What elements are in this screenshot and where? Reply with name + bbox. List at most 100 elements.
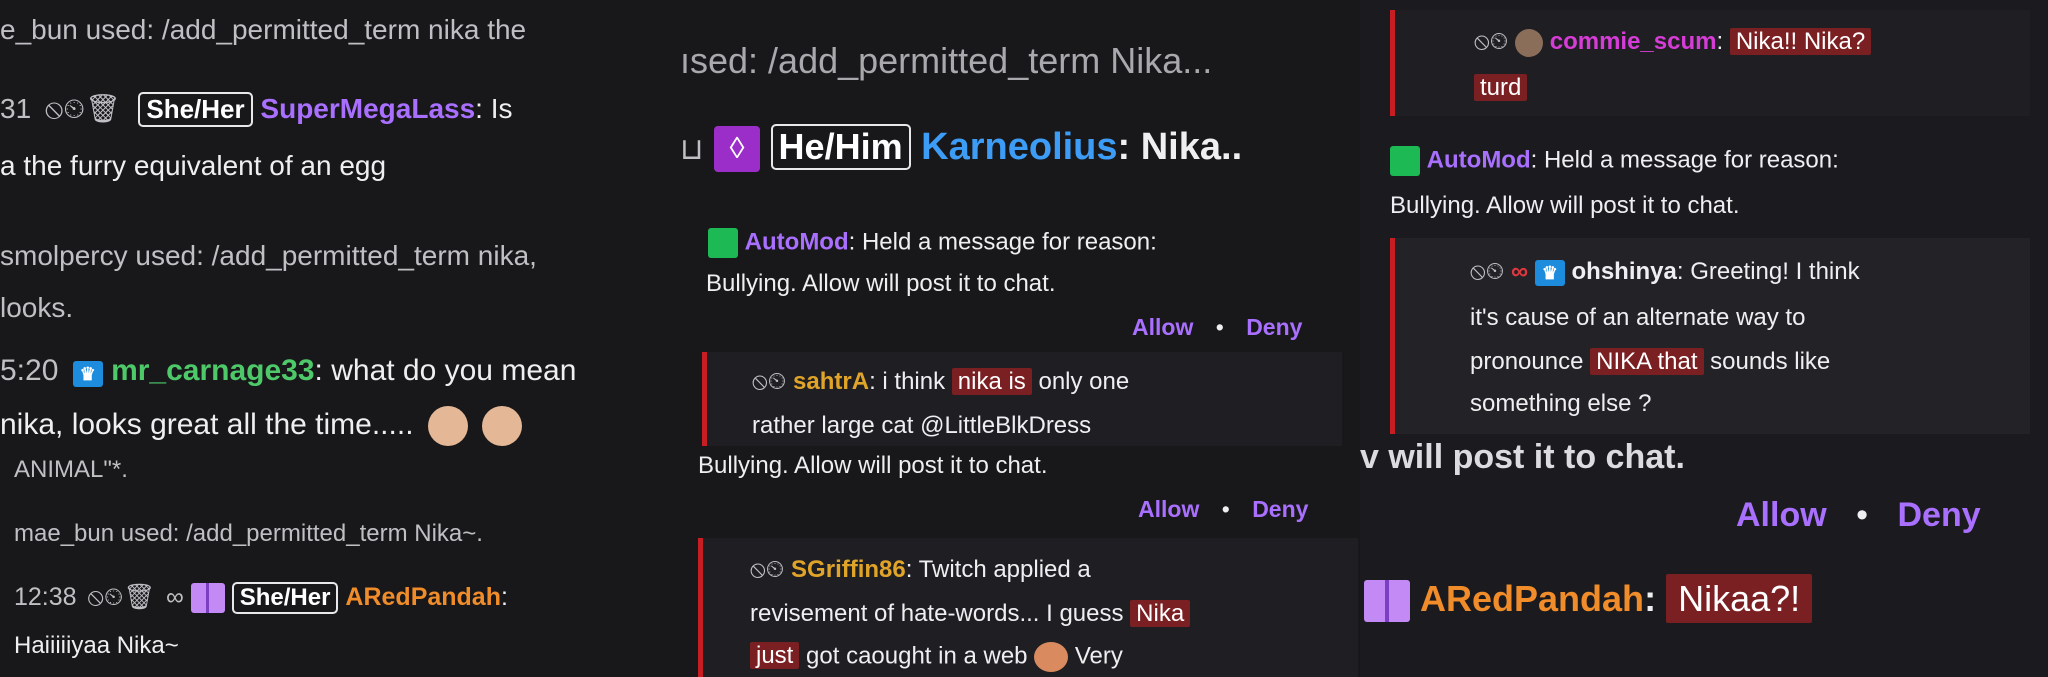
separator-dot: • (1215, 314, 1224, 340)
flagged-term: just (750, 642, 800, 670)
message-text: something else ? (1470, 390, 1652, 417)
chat-message-continuation: revisement of hate-words... I guess Nika (750, 600, 1191, 628)
chat-message-continuation: turd (1474, 74, 1528, 102)
held-message: ⦸⏲ SGriffin86: Twitch applied a reviseme… (698, 538, 1358, 677)
message-text: : (501, 583, 508, 611)
chat-message-continuation: just got caought in a web Very (750, 642, 1123, 672)
automod-text: : Held a message for reason: (848, 228, 1157, 256)
username[interactable]: SuperMegaLass (260, 93, 475, 124)
pronoun-badge: She/Her (138, 92, 253, 127)
message-text: it's cause of an alternate way to (1470, 304, 1806, 331)
deny-button[interactable]: Deny (1252, 496, 1308, 522)
message-text: pronounce (1470, 348, 1584, 375)
message-text: a the furry equivalent of an egg (0, 150, 387, 181)
username[interactable]: ohshinya (1572, 258, 1677, 285)
moderation-notice: mae_bun used: /add_permitted_term Nika~. (14, 520, 483, 547)
message-text: : Greeting! I think (1676, 258, 1860, 285)
message-text: : i think (869, 368, 946, 395)
chat-message: ⊔ ◊ He/Him Karneolius: Nika.. (680, 124, 1242, 172)
flagged-term: nika is (951, 368, 1032, 395)
message-text: sounds like (1710, 348, 1831, 375)
emote-icon (482, 406, 523, 446)
automod-name: AutoMod (744, 228, 849, 256)
emote-icon (427, 406, 468, 446)
mod-action-icons[interactable]: ⦸⏲🗑 (45, 93, 121, 124)
allow-deny-actions: Allow • Deny (1736, 496, 1981, 535)
message-text: : (1644, 578, 1657, 619)
mod-action-icons[interactable]: ⦸⏲ (752, 368, 786, 395)
username[interactable]: mr_carnage33 (111, 354, 314, 387)
message-text: only one (1038, 368, 1130, 395)
flagged-term: NIKA that (1590, 348, 1704, 375)
chat-panel-left: e_bun used: /add_permitted_term nika the… (0, 0, 680, 677)
message-text: : what do you mean (314, 354, 577, 387)
chat-message-continuation: pronounce NIKA that sounds like (1470, 348, 1830, 376)
chat-message: ⦸⏲ SGriffin86: Twitch applied a (750, 556, 1091, 584)
username[interactable]: SGriffin86 (791, 556, 906, 583)
deny-button[interactable]: Deny (1246, 314, 1302, 340)
chat-message: ARedPandah: Nikaa?! (1364, 574, 1813, 623)
held-indicator (1390, 10, 1395, 116)
separator-dot: • (1856, 496, 1869, 534)
held-indicator (698, 538, 703, 677)
held-message: ⦸⏲ ∞ ♛ ohshinya: Greeting! I think it's … (1390, 238, 2030, 434)
emote-icon (1034, 642, 1069, 672)
message-text: revisement of hate-words... I guess (750, 600, 1124, 627)
moderation-notice: e_bun used: /add_permitted_term nika the (0, 14, 527, 45)
automod-text: Bullying. Allow will post it to chat. (1390, 192, 1740, 219)
trash-icon[interactable]: ⊔ (680, 133, 703, 166)
gift-badge-icon (190, 583, 225, 614)
flagged-term: turd (1474, 74, 1528, 101)
flagged-term: Nikaa?! (1666, 574, 1813, 623)
username[interactable]: Karneolius (921, 126, 1117, 168)
automod-text: Bullying. Allow will post it to chat. (706, 270, 1056, 297)
moderation-notice: ANIMAL"*. (14, 456, 128, 483)
flagged-term: Nika (1130, 600, 1191, 627)
automod-shield-icon (708, 228, 738, 258)
chat-panel-right: ⦸⏲ commie_scum: Nika!! Nika? turd AutoMo… (1360, 0, 2048, 677)
allow-button[interactable]: Allow (1138, 496, 1199, 522)
chat-message: 31 ⦸⏲🗑 She/Her SuperMegaLass: Is (0, 92, 513, 127)
deny-button[interactable]: Deny (1897, 496, 1980, 534)
allow-deny-actions: Allow • Deny (1138, 496, 1308, 523)
mod-action-icons[interactable]: ⦸⏲ (750, 556, 784, 583)
chat-message: ⦸⏲ sahtrA: i think nika is only one (752, 368, 1129, 396)
message-text: Very (1074, 642, 1123, 670)
flagged-term: Nika!! Nika? (1729, 28, 1872, 55)
gift-badge-icon (1364, 580, 1410, 623)
allow-deny-actions: Allow • Deny (1132, 314, 1302, 341)
username[interactable]: ARedPandah (345, 583, 501, 611)
automod-notice: AutoMod: Held a message for reason: (708, 228, 1157, 258)
username[interactable]: ARedPandah (1420, 578, 1644, 619)
mod-action-icons[interactable]: ⦸⏲ (1474, 28, 1508, 55)
message-text: rather large cat @LittleBlkDress (752, 412, 1092, 439)
timestamp: 12:38 (14, 583, 77, 611)
held-indicator (702, 352, 707, 446)
message-text: : Is (475, 93, 513, 124)
automod-shield-icon (1390, 146, 1420, 176)
mod-action-icons[interactable]: ⦸⏲🗑 (88, 583, 156, 611)
emote-badge-icon (1515, 28, 1544, 57)
allow-button[interactable]: Allow (1132, 314, 1193, 340)
automod-text: : Held a message for reason: (1530, 146, 1839, 174)
mod-action-icons[interactable]: ⦸⏲ (1470, 258, 1504, 285)
automod-name: AutoMod (1426, 146, 1531, 174)
message-text: : Nika.. (1117, 126, 1243, 168)
chat-panel-middle: ısed: /add_permitted_term Nika... ⊔ ◊ He… (680, 0, 1360, 677)
diamond-badge-icon: ◊ (713, 125, 760, 172)
chat-message-continuation: nika, looks great all the time..... (0, 406, 523, 446)
message-text: : (1716, 28, 1724, 55)
chat-message: 5:20 ♛ mr_carnage33: what do you mean (0, 354, 576, 388)
pronoun-badge: She/Her (231, 582, 339, 614)
username[interactable]: sahtrA (793, 368, 869, 395)
crown-badge-icon: ♛ (72, 361, 103, 387)
automod-text: Bullying. Allow will post it to chat. (698, 452, 1048, 479)
pronoun-badge: He/Him (770, 124, 911, 170)
link-badge-icon: ∞ (1511, 258, 1529, 285)
message-text: nika, looks great all the time..... (0, 407, 414, 441)
held-message: ⦸⏲ commie_scum: Nika!! Nika? turd (1390, 10, 2030, 116)
allow-button[interactable]: Allow (1736, 496, 1827, 534)
username[interactable]: commie_scum (1550, 28, 1717, 55)
chat-message: 12:38 ⦸⏲🗑 ∞ She/Her ARedPandah: (14, 582, 508, 614)
message-text: Haiiiiiyaa Nika~ (14, 632, 179, 659)
